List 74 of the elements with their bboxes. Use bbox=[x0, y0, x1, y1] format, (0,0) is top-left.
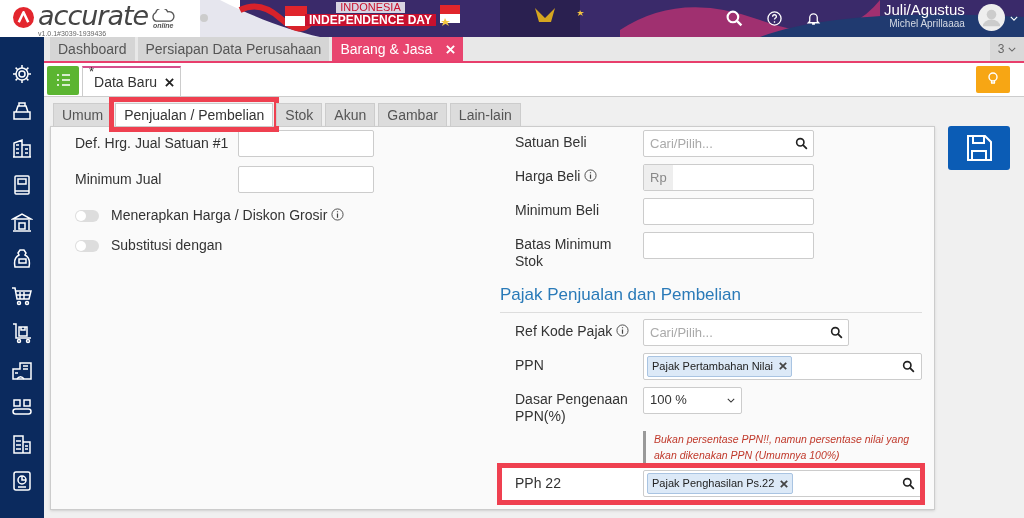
toggle-label: Menerapkan Harga / Diskon Grosir bbox=[111, 205, 345, 226]
banner-text: INDEPENDENCE DAY bbox=[305, 14, 436, 26]
chevron-down-icon bbox=[1008, 46, 1017, 52]
field-label: PPN bbox=[515, 355, 545, 374]
tag-field[interactable]: Pajak Pertambahan Nilai bbox=[643, 352, 922, 380]
field-label: Batas Minimum Stok bbox=[515, 235, 613, 270]
search-icon[interactable] bbox=[902, 477, 915, 490]
help-icon[interactable] bbox=[767, 11, 782, 26]
document-tab-label: Data Baru bbox=[94, 72, 158, 92]
field-label: Minimum Beli bbox=[515, 201, 600, 219]
building-icon[interactable] bbox=[11, 137, 33, 159]
section-title: Pajak Penjualan dan Pembelian bbox=[500, 282, 922, 313]
money-bag-icon[interactable] bbox=[11, 248, 33, 270]
cloud-icon bbox=[150, 9, 177, 22]
currency-prefix: Rp bbox=[644, 165, 673, 190]
field-label: Dasar Pengenaan PPN(%) bbox=[515, 389, 629, 425]
tab-count-button[interactable]: 3 bbox=[990, 37, 1024, 61]
search-icon[interactable] bbox=[726, 10, 743, 27]
save-button[interactable] bbox=[948, 126, 1010, 170]
search-icon[interactable] bbox=[795, 137, 808, 150]
toggle-switch[interactable] bbox=[75, 239, 99, 252]
search-field[interactable]: Cari/Pilih... bbox=[643, 318, 849, 346]
module-tab[interactable]: Barang & Jasa bbox=[332, 37, 464, 61]
remove-icon[interactable] bbox=[780, 479, 789, 488]
cart-icon[interactable] bbox=[11, 285, 33, 307]
field-label: Minimum Jual bbox=[75, 170, 163, 189]
info-icon[interactable] bbox=[584, 169, 598, 182]
book-icon[interactable] bbox=[11, 174, 33, 196]
tag-field[interactable]: Pajak Penghasilan Ps.22 bbox=[643, 470, 922, 497]
trolley-icon[interactable] bbox=[11, 322, 33, 344]
search-field[interactable]: Cari/Pilih... bbox=[643, 130, 814, 157]
input-field[interactable] bbox=[643, 232, 814, 259]
banner-text: INDONESIA bbox=[336, 2, 405, 13]
avatar-icon[interactable] bbox=[978, 4, 1005, 31]
toggle-label: Substitusi dengan bbox=[111, 236, 223, 255]
field-label: Ref Kode Pajak bbox=[515, 318, 643, 340]
conveyor-icon[interactable] bbox=[11, 396, 33, 418]
search-icon[interactable] bbox=[902, 359, 915, 373]
cash-register-icon[interactable] bbox=[11, 100, 33, 122]
form-tab[interactable]: Akun bbox=[325, 103, 376, 126]
remove-icon[interactable] bbox=[779, 362, 788, 370]
modified-mark: * bbox=[89, 64, 95, 78]
user-name: Michel Aprillaaaa bbox=[889, 19, 965, 29]
module-tab[interactable]: Dashboard bbox=[50, 37, 135, 61]
form-tab[interactable]: Stok bbox=[276, 103, 323, 126]
input-field[interactable] bbox=[643, 198, 814, 225]
input-field[interactable] bbox=[238, 130, 374, 157]
input-field[interactable]: Rp bbox=[643, 164, 814, 191]
logo-text: accurate bbox=[38, 3, 149, 29]
close-icon[interactable] bbox=[165, 77, 175, 87]
chevron-down-icon[interactable] bbox=[1010, 16, 1018, 21]
field-label: PPh 22 bbox=[515, 475, 562, 492]
info-icon[interactable] bbox=[616, 323, 630, 337]
logo-icon bbox=[13, 7, 34, 28]
search-icon[interactable] bbox=[830, 325, 843, 339]
bell-icon[interactable] bbox=[806, 11, 821, 26]
selected-tag[interactable]: Pajak Penghasilan Ps.22 bbox=[647, 473, 794, 494]
form-tab[interactable]: Gambar bbox=[378, 103, 447, 126]
chevron-down-icon bbox=[727, 397, 735, 403]
dropdown[interactable]: 100 % bbox=[643, 386, 742, 414]
input-field[interactable] bbox=[238, 166, 374, 193]
info-icon[interactable] bbox=[331, 208, 345, 221]
field-label: Harga Beli bbox=[515, 164, 643, 185]
report-icon[interactable] bbox=[11, 470, 33, 492]
field-label: Satuan Beli bbox=[515, 133, 588, 151]
settings-icon[interactable] bbox=[11, 63, 33, 85]
toggle-switch[interactable] bbox=[75, 209, 99, 222]
bank-icon[interactable] bbox=[11, 211, 33, 233]
field-label: Def. Hrg. Jual Satuan #1 bbox=[75, 134, 230, 153]
module-tab[interactable]: Persiapan Data Perusahaan bbox=[137, 37, 330, 61]
selected-tag[interactable]: Pajak Pertambahan Nilai bbox=[647, 355, 793, 377]
tab-count: 3 bbox=[997, 41, 1005, 58]
form-tab[interactable]: Lain-lain bbox=[449, 103, 521, 126]
document-tab[interactable]: * Data Baru bbox=[82, 66, 182, 96]
